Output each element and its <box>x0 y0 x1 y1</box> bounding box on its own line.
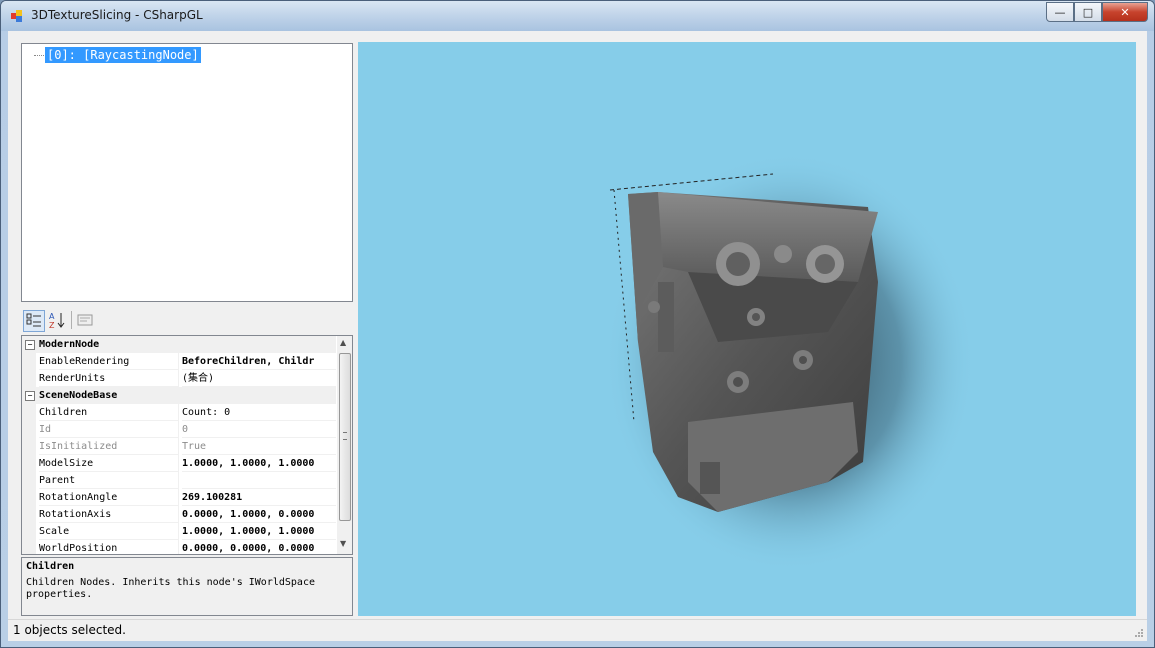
property-name: Scale <box>39 523 179 540</box>
category-name: SceneNodeBase <box>39 390 118 401</box>
status-text: 1 objects selected. <box>13 623 126 637</box>
property-pages-button[interactable] <box>75 310 95 330</box>
close-button[interactable]: ✕ <box>1102 2 1148 22</box>
property-row[interactable]: Parent <box>22 472 336 489</box>
property-row[interactable]: RenderUnits (集合) <box>22 370 336 387</box>
property-grid-toolbar: A Z <box>21 307 353 335</box>
property-row[interactable]: Children Count: 0 <box>22 404 336 421</box>
scroll-down-icon[interactable]: ▼ <box>340 539 346 548</box>
close-icon: ✕ <box>1120 5 1130 19</box>
property-value[interactable]: BeforeChildren, Childr <box>182 353 336 370</box>
scroll-thumb[interactable] <box>339 353 351 521</box>
property-name: IsInitialized <box>39 438 179 455</box>
window-title: 3DTextureSlicing - CSharpGL <box>31 8 203 22</box>
volume-render-image <box>605 152 975 572</box>
property-row[interactable]: ModelSize 1.0000, 1.0000, 1.0000 <box>22 455 336 472</box>
property-row[interactable]: RotationAxis 0.0000, 1.0000, 0.0000 <box>22 506 336 523</box>
collapse-icon[interactable]: − <box>25 340 35 350</box>
property-name: WorldPosition <box>39 540 179 554</box>
svg-text:A: A <box>49 312 55 321</box>
app-window: 3DTextureSlicing - CSharpGL — □ ✕ [0]: [… <box>0 0 1155 648</box>
property-value: True <box>182 438 336 455</box>
property-row[interactable]: RotationAngle 269.100281 <box>22 489 336 506</box>
help-description: Children Nodes. Inherits this node's IWo… <box>26 577 315 600</box>
tree-node-raycasting[interactable]: [0]: [RaycastingNode] <box>45 47 201 63</box>
property-name: EnableRendering <box>39 353 179 370</box>
property-name: RenderUnits <box>39 370 179 387</box>
property-value[interactable]: 0.0000, 1.0000, 0.0000 <box>182 506 336 523</box>
property-row[interactable]: WorldPosition 0.0000, 0.0000, 0.0000 <box>22 540 336 554</box>
maximize-icon: □ <box>1082 5 1094 19</box>
scene-tree[interactable]: [0]: [RaycastingNode] <box>21 43 353 302</box>
property-value: 0 <box>182 421 336 438</box>
property-value[interactable]: 0.0000, 0.0000, 0.0000 <box>182 540 336 554</box>
property-row[interactable]: Id 0 <box>22 421 336 438</box>
minimize-button[interactable]: — <box>1046 2 1074 22</box>
property-name: Children <box>39 404 179 421</box>
property-name: RotationAngle <box>39 489 179 506</box>
property-row[interactable]: IsInitialized True <box>22 438 336 455</box>
categorized-icon <box>26 313 41 327</box>
maximize-button[interactable]: □ <box>1074 2 1102 22</box>
property-value[interactable]: 269.100281 <box>182 489 336 506</box>
title-bar[interactable]: 3DTextureSlicing - CSharpGL — □ ✕ <box>1 1 1154 31</box>
property-row[interactable]: Scale 1.0000, 1.0000, 1.0000 <box>22 523 336 540</box>
category-name: ModernNode <box>39 339 100 350</box>
alphabetical-button[interactable]: A Z <box>47 310 67 330</box>
property-value[interactable]: Count: 0 <box>182 404 336 421</box>
categorized-button[interactable] <box>23 310 45 332</box>
property-grid[interactable]: − ModernNode EnableRendering BeforeChild… <box>21 335 353 555</box>
property-name: Id <box>39 421 179 438</box>
status-bar: 1 objects selected. <box>8 619 1147 641</box>
property-value[interactable] <box>182 472 336 489</box>
property-value[interactable]: (集合) <box>182 370 336 387</box>
property-help-pane: Children Children Nodes. Inherits this n… <box>21 557 353 616</box>
svg-text:Z: Z <box>49 321 55 329</box>
resize-grip-icon[interactable] <box>1134 628 1144 638</box>
app-icon <box>11 10 22 22</box>
property-row[interactable]: EnableRendering BeforeChildren, Childr <box>22 353 336 370</box>
property-name: RotationAxis <box>39 506 179 523</box>
client-area: [0]: [RaycastingNode] A Z − ModernNode E… <box>8 31 1147 641</box>
collapse-icon[interactable]: − <box>25 391 35 401</box>
property-grid-scrollbar[interactable]: ▲ ▼ <box>337 336 352 554</box>
help-title: Children <box>26 561 75 572</box>
property-pages-icon <box>77 314 93 326</box>
category-row[interactable]: − ModernNode <box>22 336 336 353</box>
alphabetical-sort-icon: A Z <box>49 312 65 329</box>
scroll-up-icon[interactable]: ▲ <box>340 338 346 347</box>
render-viewport[interactable] <box>358 42 1136 616</box>
property-value[interactable]: 1.0000, 1.0000, 1.0000 <box>182 523 336 540</box>
toolbar-separator <box>71 311 72 329</box>
property-name: Parent <box>39 472 179 489</box>
property-name: ModelSize <box>39 455 179 472</box>
tree-connector <box>34 55 44 56</box>
category-row[interactable]: − SceneNodeBase <box>22 387 336 404</box>
property-value[interactable]: 1.0000, 1.0000, 1.0000 <box>182 455 336 472</box>
minimize-icon: — <box>1054 5 1066 19</box>
